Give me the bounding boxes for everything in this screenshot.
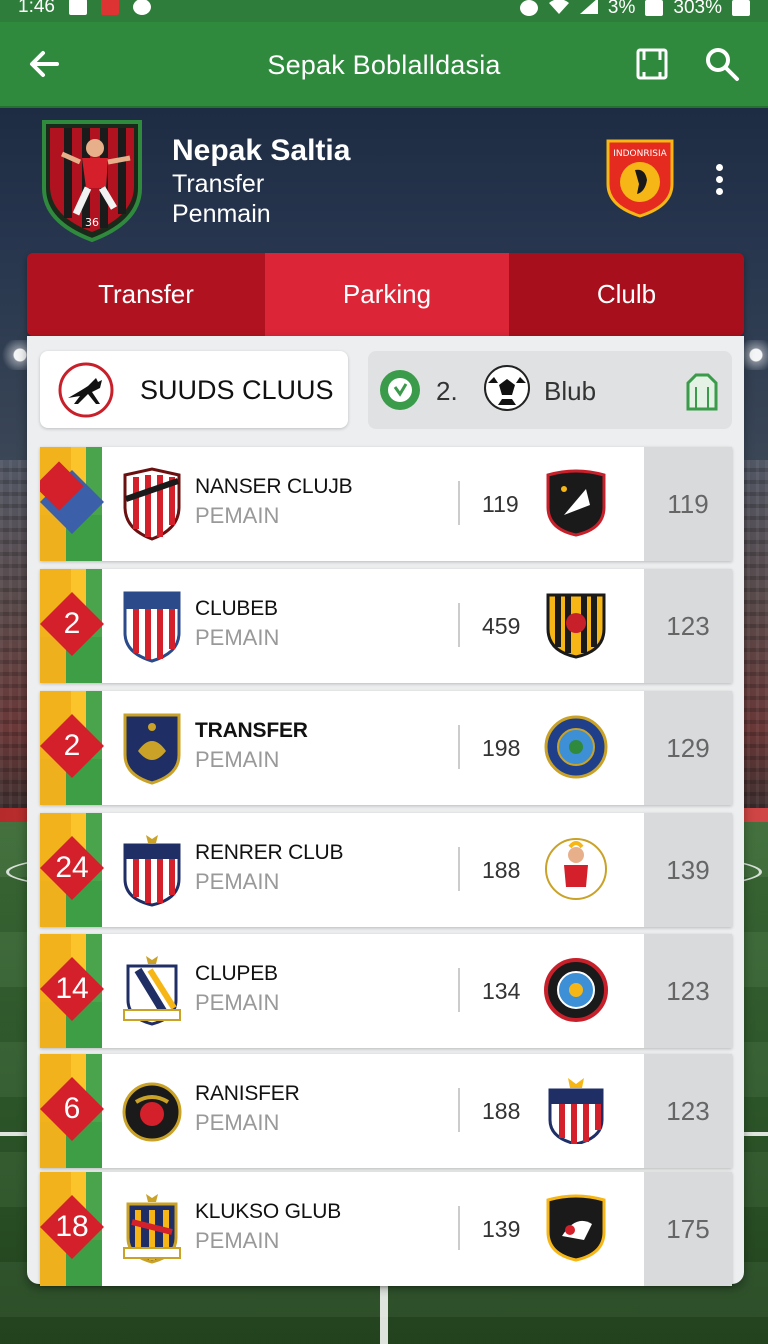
rank-number: 2 <box>63 607 81 640</box>
filter-count: 2. <box>436 376 458 406</box>
opponent-logo <box>544 956 608 1024</box>
club-row[interactable]: 2 TRANSFER PEMAIN 198 129 <box>40 691 732 805</box>
club-subtitle: PEMAIN <box>195 625 280 650</box>
indonesia-badge: INDONRISIA <box>605 138 675 218</box>
club-value: 139 <box>482 1216 521 1242</box>
club-name: KLUKSO GLUB <box>195 1200 342 1223</box>
opponent-logo <box>544 713 608 781</box>
status-time: 1:46 <box>18 0 55 17</box>
club-header: 36 Nepak Saltia Transfer Penmain INDONRI… <box>0 110 768 250</box>
club-value: 459 <box>482 613 521 639</box>
club-value: 119 <box>482 491 519 517</box>
club-crest <box>122 467 182 541</box>
club-subtitle: PEMAIN <box>195 990 280 1015</box>
player-avatar <box>544 835 608 903</box>
club-score: 129 <box>644 691 732 805</box>
battery-icon <box>645 0 664 16</box>
battery-text: 3% <box>607 0 636 18</box>
rank-number: 14 <box>55 972 89 1005</box>
club-list-panel: SUUDS CLUUS 2. Blub NANSER CLUJB PEMAIN … <box>27 336 744 1286</box>
sync-icon <box>519 0 538 16</box>
club-crest <box>122 1192 182 1266</box>
opponent-logo <box>544 591 608 659</box>
club-row[interactable]: NANSER CLUJB PEMAIN 119 119 <box>40 447 732 561</box>
club-crest <box>122 833 182 907</box>
rank-number: 6 <box>63 1092 81 1125</box>
signal-icon <box>579 0 598 18</box>
tab-bar: Transfer Parking Clulb <box>27 253 744 336</box>
club-name: CLUPEB <box>195 962 278 985</box>
club-value: 198 <box>482 735 521 761</box>
tab-club[interactable]: Clulb <box>509 253 744 336</box>
more-vert-icon[interactable] <box>706 160 732 200</box>
whatsapp-icon <box>132 0 151 15</box>
club-row[interactable]: 18 KLUKSO GLUB PEMAIN 139 175 <box>40 1172 732 1286</box>
club-subtitle-1: Transfer <box>172 170 265 198</box>
horse-icon <box>56 360 116 420</box>
status-bar: 1:46 3% 303% <box>0 0 768 22</box>
battery-icon-2 <box>732 0 750 16</box>
filter-club-label: Blub <box>544 376 597 406</box>
jersey-icon <box>684 373 720 413</box>
club-crest <box>122 1074 182 1148</box>
club-score: 123 <box>644 569 732 683</box>
indonesia-badge-text: INDONRISIA <box>613 149 667 159</box>
club-name: CLUBEB <box>195 597 278 620</box>
rank-number: 2 <box>63 729 81 762</box>
opponent-logo <box>544 1194 608 1262</box>
club-name: NANSER CLUJB <box>195 475 353 498</box>
check-circle-icon <box>378 368 422 412</box>
club-subtitle: PEMAIN <box>195 1110 280 1135</box>
club-score: 123 <box>644 1054 732 1168</box>
club-score: 123 <box>644 934 732 1048</box>
club-score: 139 <box>644 813 732 927</box>
app-bar: Sepak Boblalldasia <box>0 22 768 108</box>
rank-number: 18 <box>55 1210 89 1243</box>
filter-club-toggle[interactable]: 2. Blub <box>368 351 732 429</box>
wifi-icon <box>548 0 570 18</box>
club-row[interactable]: 24 RENRER CLUB PEMAIN 188 139 <box>40 813 732 927</box>
badge-number: 36 <box>85 216 99 229</box>
team-badge: 36 <box>40 118 144 243</box>
club-row[interactable]: 14 CLUPEB PEMAIN 134 123 <box>40 934 732 1048</box>
app-notification-icon <box>100 0 119 15</box>
search-icon[interactable] <box>702 44 742 84</box>
club-subtitle: PEMAIN <box>195 747 280 772</box>
club-crest <box>122 954 182 1028</box>
club-crest <box>122 589 182 663</box>
club-score: 175 <box>644 1172 732 1286</box>
club-value: 134 <box>482 978 521 1004</box>
club-value: 188 <box>482 1098 521 1124</box>
opponent-logo <box>544 1076 608 1146</box>
club-name: Nepak Saltia <box>172 134 351 167</box>
notification-icon <box>68 0 87 15</box>
bookmark-icon[interactable] <box>632 44 672 84</box>
club-subtitle: PEMAIN <box>195 1228 280 1253</box>
club-subtitle-2: Penmain <box>172 200 271 228</box>
club-row[interactable]: 2 CLUBEB PEMAIN 459 123 <box>40 569 732 683</box>
filter-clubs-label: SUUDS CLUUS <box>140 375 334 405</box>
club-name: TRANSFER <box>195 719 308 742</box>
rank-number: 24 <box>55 851 89 884</box>
club-value: 188 <box>482 857 521 883</box>
club-subtitle: PEMAIN <box>195 503 280 528</box>
club-crest <box>122 711 182 785</box>
club-subtitle: PEMAIN <box>195 869 280 894</box>
club-row[interactable]: 6 RANISFER PEMAIN 188 123 <box>40 1054 732 1168</box>
club-name: RENRER CLUB <box>195 841 344 864</box>
battery-percent: 303% <box>673 0 722 18</box>
tab-parking[interactable]: Parking <box>265 253 509 336</box>
soccer-ball-icon <box>482 363 532 413</box>
club-score: 119 <box>644 447 732 561</box>
club-name: RANISFER <box>195 1082 300 1105</box>
tab-transfer[interactable]: Transfer <box>27 253 265 336</box>
filter-clubs-button[interactable]: SUUDS CLUUS <box>40 351 348 428</box>
opponent-logo <box>544 469 608 537</box>
